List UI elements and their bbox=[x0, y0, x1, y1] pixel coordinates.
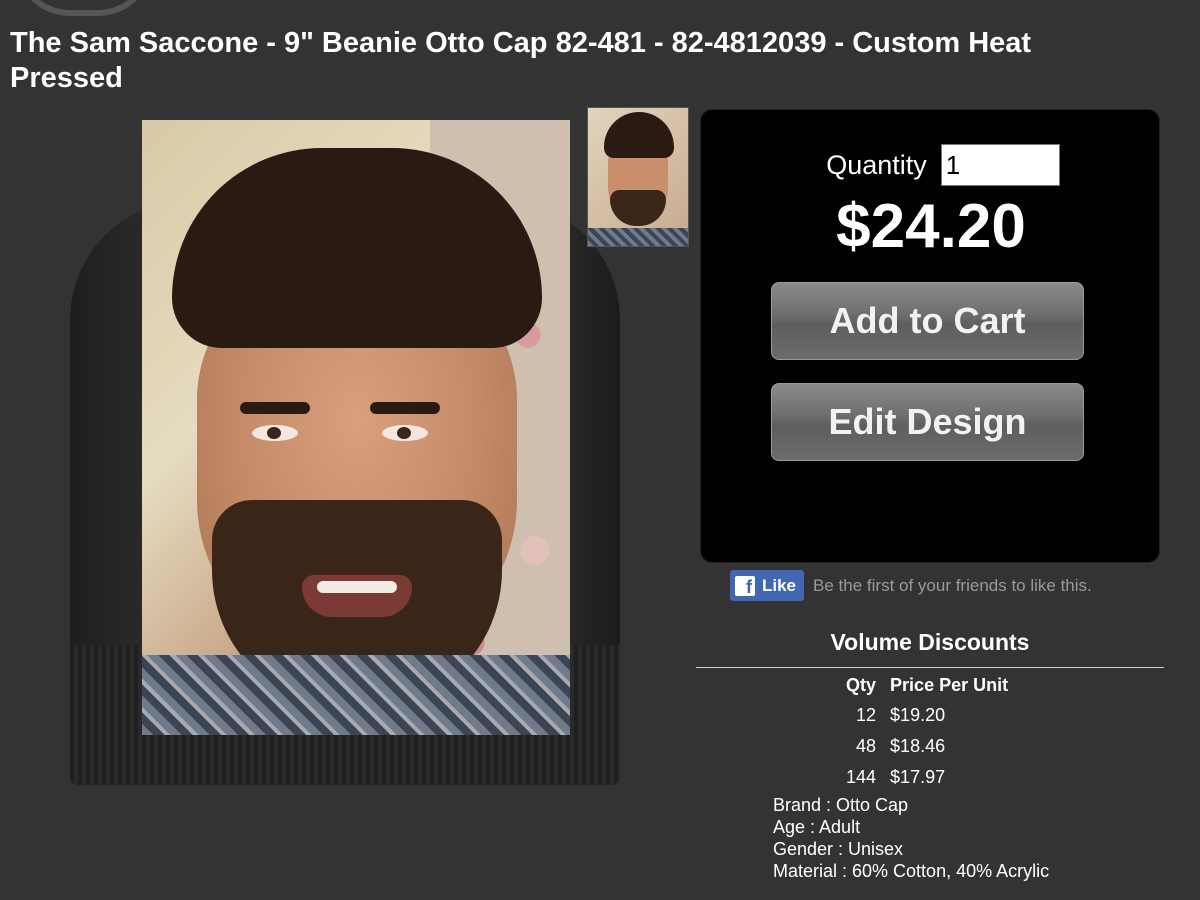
discount-price: $19.20 bbox=[890, 705, 946, 725]
quantity-row: Quantity bbox=[701, 144, 1159, 186]
attribute-brand: Brand : Otto Cap bbox=[773, 795, 909, 815]
volume-discounts-table: Qty Price Per Unit 12 $19.20 48 $18.46 1… bbox=[840, 673, 1016, 793]
volume-discounts-title: Volume Discounts bbox=[830, 629, 1030, 655]
discount-qty: 144 bbox=[846, 767, 877, 787]
discount-price: $18.46 bbox=[890, 736, 946, 756]
facebook-like-button[interactable]: f Like bbox=[730, 570, 805, 601]
quantity-label: Quantity bbox=[826, 149, 927, 180]
table-row: 12 $19.20 bbox=[840, 700, 1016, 731]
like-button-label: Like bbox=[762, 575, 797, 595]
product-main-image bbox=[60, 110, 630, 785]
quantity-input[interactable] bbox=[940, 144, 1060, 186]
product-price: $24.20 bbox=[836, 192, 1026, 261]
product-thumbnail[interactable] bbox=[587, 107, 689, 247]
facebook-icon: f bbox=[735, 575, 755, 596]
discount-qty: 48 bbox=[856, 736, 877, 756]
like-social-text: Be the first of your friends to like thi… bbox=[813, 575, 1092, 595]
column-header-qty: Qty bbox=[846, 675, 877, 695]
facebook-like-row: f Like Be the first of your friends to l… bbox=[730, 570, 1092, 601]
table-row: 48 $18.46 bbox=[840, 731, 1016, 762]
attribute-material: Material : 60% Cotton, 40% Acrylic bbox=[773, 861, 1050, 881]
divider bbox=[696, 667, 1164, 668]
table-row: 144 $17.97 bbox=[840, 762, 1016, 793]
column-header-price: Price Per Unit bbox=[890, 675, 1009, 695]
custom-photo-print bbox=[142, 120, 570, 735]
edit-design-button[interactable]: Edit Design bbox=[771, 383, 1084, 461]
discount-qty: 12 bbox=[856, 705, 877, 725]
product-attributes: Brand : Otto Cap Age : Adult Gender : Un… bbox=[773, 794, 1049, 882]
table-header-row: Qty Price Per Unit bbox=[840, 673, 1016, 700]
attribute-gender: Gender : Unisex bbox=[773, 839, 904, 859]
discount-price: $17.97 bbox=[890, 767, 946, 787]
purchase-panel: Quantity $24.20 Add to Cart Edit Design bbox=[700, 109, 1160, 563]
site-logo[interactable] bbox=[14, 0, 154, 16]
attribute-age: Age : Adult bbox=[773, 817, 861, 837]
product-title: The Sam Saccone - 9" Beanie Otto Cap 82-… bbox=[10, 27, 1032, 94]
add-to-cart-button[interactable]: Add to Cart bbox=[771, 282, 1084, 360]
